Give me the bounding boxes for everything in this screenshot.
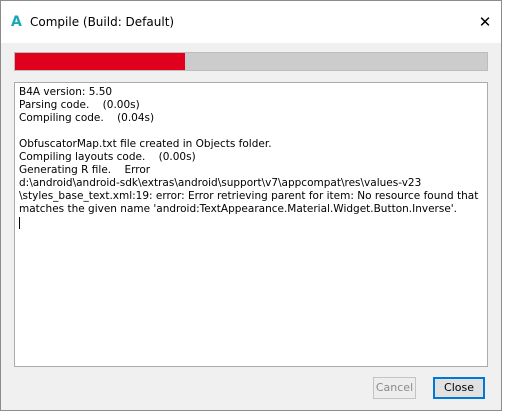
b4a-app-icon: A bbox=[11, 14, 22, 30]
log-line: Parsing code. (0.00s) bbox=[19, 99, 140, 111]
log-line: matches the given name 'android:TextAppe… bbox=[19, 203, 458, 215]
log-line: \styles_base_text.xml:19: error: Error r… bbox=[19, 190, 479, 202]
text-caret bbox=[19, 217, 20, 229]
compile-log-output[interactable]: B4A version: 5.50 Parsing code. (0.00s) … bbox=[14, 82, 488, 367]
text-caret-line bbox=[19, 216, 487, 229]
close-button[interactable]: Close bbox=[433, 377, 485, 399]
compile-progress-bar bbox=[14, 52, 488, 71]
cancel-button[interactable]: Cancel bbox=[373, 377, 416, 399]
log-line: Generating R file. Error bbox=[19, 164, 151, 176]
log-line: Compiling code. (0.04s) bbox=[19, 112, 155, 124]
window-title: Compile (Build: Default) bbox=[30, 15, 175, 29]
progress-fill bbox=[15, 53, 185, 70]
title-bar: A Compile (Build: Default) ✕ bbox=[1, 1, 501, 43]
log-line: B4A version: 5.50 bbox=[19, 86, 113, 98]
log-line: d:\android\android-sdk\extras\android\su… bbox=[19, 177, 422, 189]
log-line: ObfuscatorMap.txt file created in Object… bbox=[19, 138, 272, 150]
log-line: Compiling layouts code. (0.00s) bbox=[19, 151, 196, 163]
compile-dialog: A Compile (Build: Default) ✕ B4A version… bbox=[0, 0, 502, 411]
close-icon[interactable]: ✕ bbox=[469, 1, 501, 43]
